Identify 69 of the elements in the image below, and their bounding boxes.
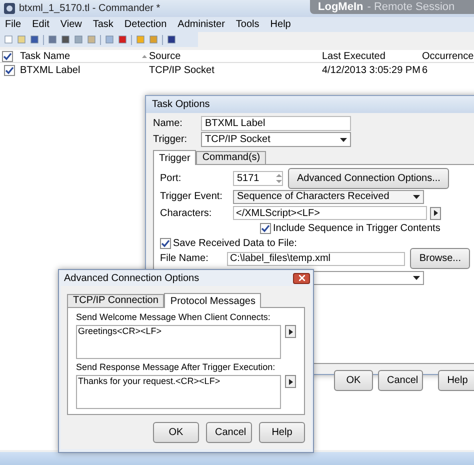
field-label: Trigger:	[153, 133, 188, 147]
dialog-button[interactable]: Cancel	[206, 422, 252, 443]
window-title: btxml_1_5170.tl - Commander *	[19, 2, 160, 16]
menu-item[interactable]: Task	[92, 17, 114, 32]
browse-button[interactable]: Browse...	[410, 248, 470, 269]
caret-icon	[413, 276, 420, 280]
column-header[interactable]: Task Name	[20, 48, 142, 64]
trigger-event-dropdown[interactable]: Sequence of Characters Received	[233, 190, 424, 204]
menu-item[interactable]: Edit	[32, 17, 50, 32]
field-label: Trigger Event:	[160, 190, 224, 204]
checkbox[interactable]	[2, 50, 13, 62]
dialog-button[interactable]: OK	[334, 370, 373, 391]
column-header[interactable]: Occurrence	[422, 48, 474, 64]
spinner-arrows-icon	[276, 173, 282, 184]
checkbox[interactable]	[160, 238, 171, 249]
dialog-button[interactable]: Help	[438, 370, 474, 391]
trigger-dropdown[interactable]: TCP/IP Socket	[201, 132, 351, 147]
menu-item[interactable]: Administer	[178, 17, 225, 32]
app-icon	[4, 3, 15, 14]
dialog-title: Task Options	[152, 98, 210, 112]
file-name-field[interactable]: C:\label_files\temp.xml	[226, 252, 406, 266]
caret-icon	[413, 194, 420, 198]
close-icon	[298, 275, 304, 281]
table-cell-text: TCP/IP Socket	[148, 64, 216, 78]
banner-text: - Remote Session	[367, 0, 455, 15]
close-button[interactable]	[293, 272, 310, 284]
insert-button[interactable]	[285, 375, 296, 388]
dialog-title: Advanced Connection Options	[63, 272, 200, 286]
insert-button[interactable]	[285, 325, 296, 338]
field-label: Port:	[160, 172, 182, 186]
welcome-message-field[interactable]: Greetings<CR><LF>	[76, 325, 281, 359]
insert-button[interactable]	[430, 206, 441, 220]
menu-item[interactable]: Help	[270, 17, 291, 32]
checkbox[interactable]	[260, 223, 271, 234]
table-cell-text: BTXML Label	[20, 64, 82, 78]
play-arrow-icon	[288, 328, 292, 334]
checkbox-label: Save Received Data to File:	[173, 237, 297, 251]
field-label: Name:	[153, 116, 184, 130]
table-cell-text: 4/12/2013 3:05:29 PM	[322, 64, 422, 78]
field-label: File Name:	[160, 252, 210, 266]
field-label: Characters:	[160, 206, 213, 220]
menu-item[interactable]: Tools	[236, 17, 260, 32]
tab[interactable]: Protocol Messages	[164, 293, 262, 308]
name-field[interactable]: BTXML Label	[201, 116, 351, 130]
checkbox[interactable]	[4, 65, 15, 76]
menu-item[interactable]: Detection	[124, 17, 167, 32]
tab[interactable]: TCP/IP Connection	[67, 294, 164, 307]
menu-item[interactable]: File	[5, 17, 22, 32]
column-header[interactable]: Source	[142, 48, 322, 64]
response-message-field[interactable]: Thanks for your request.<CR><LF>	[76, 375, 281, 409]
characters-field[interactable]: </XMLScript><LF>	[233, 206, 427, 220]
checkbox-label: Include Sequence in Trigger Contents	[273, 222, 440, 236]
brand-name: LogMeIn	[318, 0, 364, 15]
table-cell-text: 6	[422, 64, 429, 78]
caret-icon	[340, 138, 347, 142]
port-spinner[interactable]: 5171	[233, 171, 283, 186]
play-arrow-icon	[434, 210, 438, 216]
menu-item[interactable]: View	[60, 17, 82, 32]
field-label: Send Welcome Message When Client Connects:	[76, 312, 272, 323]
column-header[interactable]: Last Executed	[322, 48, 422, 64]
dialog-button[interactable]: Help	[259, 422, 305, 443]
tab[interactable]: Trigger	[153, 150, 196, 165]
sort-arrow-icon	[142, 54, 147, 58]
advanced-options-button[interactable]: Advanced Connection Options...	[288, 168, 450, 189]
field-label: Send Response Message After Trigger Execution:	[76, 362, 276, 373]
tab[interactable]: Command(s)	[196, 151, 266, 164]
dialog-button[interactable]: Cancel	[378, 370, 423, 391]
play-arrow-icon	[288, 378, 292, 384]
dialog-button[interactable]: OK	[153, 422, 199, 443]
